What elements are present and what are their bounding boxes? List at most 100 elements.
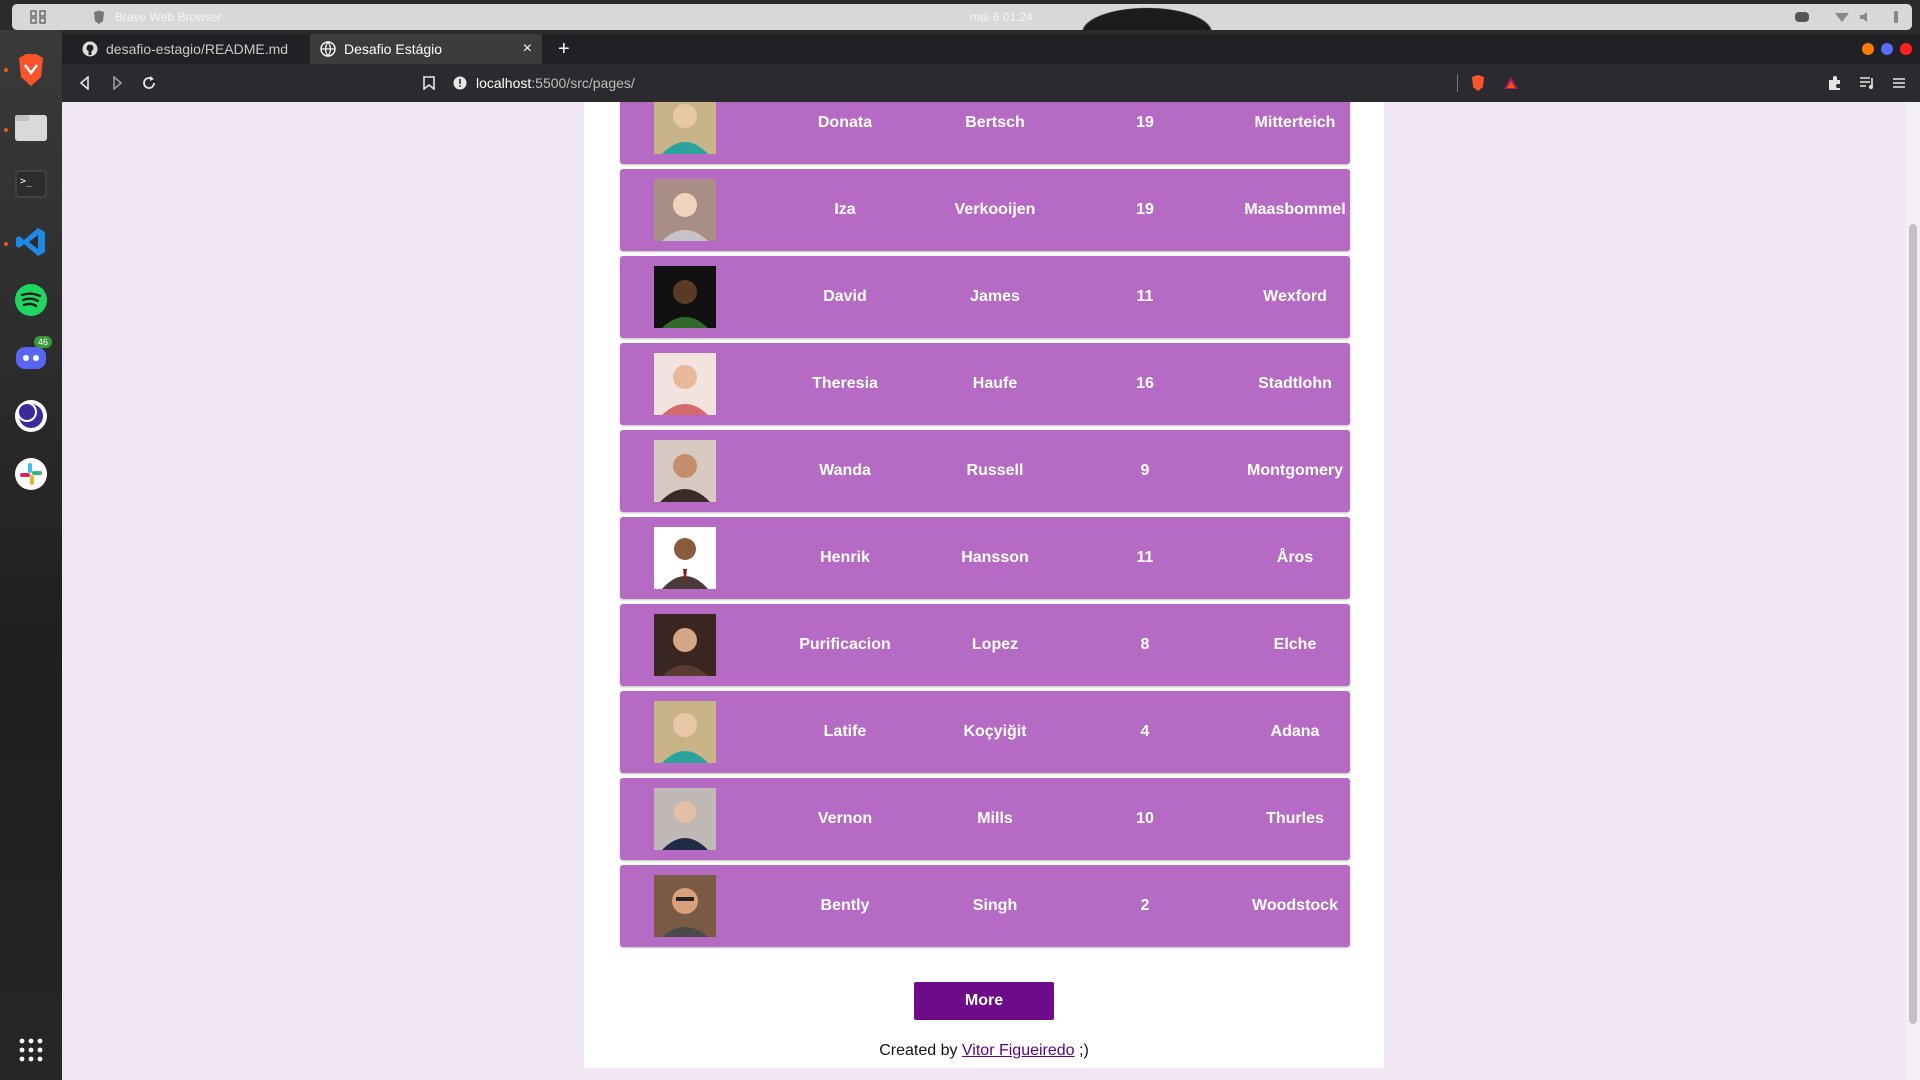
folder-icon	[15, 115, 47, 141]
app-grid-icon	[19, 1038, 43, 1062]
user-row[interactable]: Wanda Russell 9 Montgomery	[620, 430, 1350, 512]
dock-vscode[interactable]	[11, 222, 51, 262]
avatar	[654, 179, 716, 241]
avatar-photo	[654, 102, 716, 154]
forward-button[interactable]	[108, 74, 126, 92]
avatar-photo	[654, 353, 716, 415]
system-clock[interactable]: mai 6 01:24	[970, 10, 1033, 24]
spotify-icon	[15, 284, 47, 316]
last-name: Koçyiğit	[963, 723, 1027, 740]
first-name: Bently	[820, 897, 870, 914]
tab-desafio-estagio[interactable]: Desafio Estágio ×	[310, 34, 542, 64]
age: 10	[1136, 810, 1154, 827]
discord-tray-icon[interactable]	[1794, 10, 1810, 24]
page-scrollbar[interactable]	[1906, 102, 1920, 1080]
site-info-icon[interactable]	[452, 75, 468, 91]
avatar-photo	[654, 527, 716, 589]
address-bar[interactable]: localhost:5500/src/pages/	[452, 72, 1532, 94]
city: Thurles	[1266, 810, 1324, 827]
avatar-photo	[654, 701, 716, 763]
active-app-title[interactable]: Brave Web Browser	[115, 10, 221, 24]
user-row[interactable]: David James 11 Wexford	[620, 256, 1350, 338]
avatar-photo	[654, 875, 716, 937]
first-name: Purificacion	[799, 636, 891, 653]
user-row[interactable]: Henrik Hansson 11 Åros	[620, 517, 1350, 599]
city: Elche	[1273, 636, 1317, 653]
footer: Created by Vitor Figueiredo ;)	[62, 1042, 1906, 1060]
minimize-button[interactable]	[1862, 43, 1874, 55]
last-name: Mills	[977, 810, 1013, 827]
avatar-photo	[654, 614, 716, 676]
author-link[interactable]: Vitor Figueiredo	[962, 1042, 1075, 1059]
show-applications-button[interactable]	[11, 1030, 51, 1070]
svg-text:>_: >_	[20, 176, 33, 187]
slack-icon	[15, 458, 47, 490]
back-arrow-icon	[79, 76, 89, 90]
user-row[interactable]: Iza Verkooijen 19 Maasbommel	[620, 169, 1350, 251]
new-tab-button[interactable]: +	[558, 38, 570, 61]
back-button[interactable]	[76, 74, 94, 92]
user-row[interactable]: Donata Bertsch 19 Mitterteich	[620, 102, 1350, 164]
last-name: James	[970, 288, 1020, 305]
user-row[interactable]: Vernon Mills 10 Thurles	[620, 778, 1350, 860]
moon-app-icon	[15, 400, 47, 432]
dock-eclipse-app[interactable]	[11, 396, 51, 436]
media-playlist-button[interactable]	[1858, 74, 1876, 92]
more-button[interactable]: More	[914, 982, 1054, 1020]
menu-button[interactable]	[1890, 74, 1908, 92]
maximize-button[interactable]	[1881, 43, 1893, 55]
age: 16	[1136, 375, 1154, 392]
wifi-icon[interactable]	[1834, 10, 1850, 24]
forward-arrow-icon	[113, 76, 123, 90]
github-icon	[82, 41, 98, 57]
close-window-button[interactable]	[1900, 43, 1912, 55]
discord-icon	[16, 347, 46, 369]
tab-label: Desafio Estágio	[344, 41, 443, 57]
globe-icon	[320, 41, 336, 57]
reload-button[interactable]	[140, 74, 158, 92]
user-row[interactable]: Latife Koçyiğit 4 Adana	[620, 691, 1350, 773]
wallpaper-hair	[1072, 4, 1222, 30]
last-name: Singh	[972, 897, 1018, 914]
city: Montgomery	[1247, 462, 1343, 479]
avatar-photo	[654, 440, 716, 502]
extensions-button[interactable]	[1826, 74, 1844, 92]
running-indicator	[4, 68, 8, 72]
age: 11	[1136, 288, 1154, 305]
user-row[interactable]: Purificacion Lopez 8 Elche	[620, 604, 1350, 686]
power-icon[interactable]	[1888, 10, 1904, 24]
dock-terminal[interactable]: >_	[11, 164, 51, 204]
close-tab-icon[interactable]: ×	[523, 40, 532, 58]
city: Åros	[1276, 549, 1314, 566]
scrollbar-thumb[interactable]	[1909, 224, 1917, 1024]
user-row[interactable]: Bently Singh 2 Woodstock	[620, 865, 1350, 947]
brave-rewards-button[interactable]	[1502, 74, 1520, 92]
last-name: Bertsch	[965, 114, 1025, 131]
dock-files[interactable]	[11, 108, 51, 148]
user-row[interactable]: Theresia Haufe 16 Stadtlohn	[620, 343, 1350, 425]
city: Mitterteich	[1254, 114, 1336, 131]
age: 8	[1140, 636, 1150, 653]
avatar	[654, 875, 716, 937]
activities-grid-icon[interactable]	[30, 10, 46, 24]
volume-icon[interactable]	[1858, 10, 1874, 24]
dock-spotify[interactable]	[11, 280, 51, 320]
url-path: :5500/src/pages/	[531, 75, 635, 91]
footer-prefix: Created by	[879, 1042, 962, 1059]
running-indicator	[4, 128, 8, 132]
tab-github-readme[interactable]: desafio-estagio/README.md	[72, 34, 308, 64]
dock-slack[interactable]	[11, 454, 51, 494]
brave-lion-icon	[19, 54, 43, 86]
brave-shields-button[interactable]	[1469, 74, 1487, 92]
bookmark-button[interactable]	[420, 74, 438, 92]
reload-icon	[143, 76, 155, 89]
first-name: Donata	[817, 114, 873, 131]
age: 4	[1140, 723, 1150, 740]
puzzle-icon	[1829, 76, 1840, 90]
dock-brave[interactable]	[11, 50, 51, 90]
city: Adana	[1270, 723, 1320, 740]
tab-label: desafio-estagio/README.md	[106, 41, 289, 57]
avatar-photo	[654, 266, 716, 328]
brave-shield-icon	[1472, 75, 1484, 91]
first-name: Iza	[834, 201, 856, 218]
